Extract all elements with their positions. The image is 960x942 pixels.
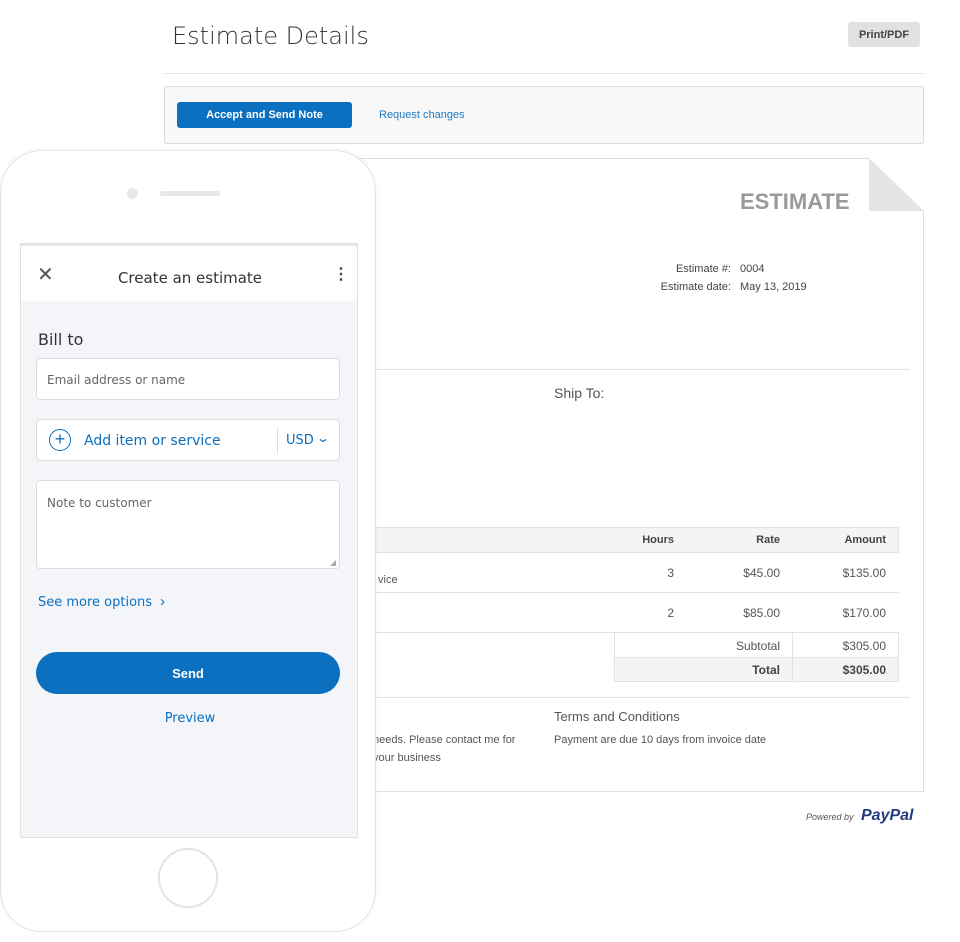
send-button[interactable]: Send <box>36 652 340 694</box>
estimate-date-label: Estimate date: <box>660 281 731 293</box>
ship-to-label: Ship To: <box>554 385 605 401</box>
preview-link[interactable]: Preview <box>21 711 357 726</box>
currency-select[interactable]: USD <box>286 433 314 448</box>
estimate-heading: ESTIMATE <box>740 189 850 214</box>
note-line: your business <box>373 752 441 764</box>
note-textarea[interactable]: Note to customer ◢ <box>36 480 340 569</box>
row-amount: $135.00 <box>842 566 886 580</box>
chevron-right-icon: › <box>160 593 165 610</box>
column-rate: Rate <box>756 534 780 546</box>
estimate-date: May 13, 2019 <box>740 281 807 293</box>
screen-title: Create an estimate <box>117 269 263 287</box>
row-rate: $45.00 <box>743 566 780 580</box>
chevron-down-icon: ⌄ <box>315 431 331 445</box>
paypal-logo: PayPal <box>861 807 914 824</box>
row-description: vice <box>378 574 398 586</box>
divider <box>792 632 793 682</box>
add-item-row[interactable]: + Add item or service USD ⌄ <box>36 419 340 461</box>
page-title: Estimate Details <box>172 22 369 50</box>
divider <box>360 369 910 370</box>
print-pdf-button[interactable]: Print/PDF <box>848 22 920 47</box>
column-amount: Amount <box>844 534 886 546</box>
camera-icon <box>127 188 138 199</box>
row-hours: 2 <box>667 606 674 620</box>
estimate-number: 0004 <box>740 263 765 275</box>
app-bar: ✕ Create an estimate ⋮ <box>21 244 357 301</box>
total-value: $305.00 <box>842 663 886 677</box>
subtotal-value: $305.00 <box>842 639 886 653</box>
divider <box>360 592 899 593</box>
divider <box>164 73 924 74</box>
row-hours: 3 <box>667 566 674 580</box>
email-placeholder: Email address or name <box>47 373 186 387</box>
note-placeholder: Note to customer <box>47 496 152 510</box>
terms-title: Terms and Conditions <box>554 709 680 724</box>
row-rate: $85.00 <box>743 606 780 620</box>
add-item-button[interactable]: Add item or service <box>84 433 221 449</box>
phone-screen: ✕ Create an estimate ⋮ Bill to Email add… <box>20 243 358 838</box>
page-fold <box>869 158 924 211</box>
plus-circle-icon: + <box>49 429 71 451</box>
bill-to-label: Bill to <box>38 330 84 349</box>
subtotal-label: Subtotal <box>735 639 780 653</box>
more-icon[interactable]: ⋮ <box>333 264 349 284</box>
resize-handle-icon[interactable]: ◢ <box>330 558 336 567</box>
divider <box>360 697 910 698</box>
note-line: needs. Please contact me for <box>373 734 516 746</box>
see-more-options-link[interactable]: See more options <box>38 595 152 610</box>
estimate-number-label: Estimate #: <box>675 263 731 275</box>
speaker-icon <box>160 191 220 196</box>
powered-by-label: Powered by <box>806 812 854 822</box>
row-amount: $170.00 <box>842 606 886 620</box>
total-label: Total <box>752 663 780 677</box>
request-changes-link[interactable]: Request changes <box>379 109 465 121</box>
accept-send-note-button[interactable]: Accept and Send Note <box>177 102 352 128</box>
email-field[interactable]: Email address or name <box>36 358 340 400</box>
home-button[interactable] <box>158 848 218 908</box>
column-hours: Hours <box>642 534 674 546</box>
divider <box>277 428 278 454</box>
terms-text: Payment are due 10 days from invoice dat… <box>554 734 767 746</box>
